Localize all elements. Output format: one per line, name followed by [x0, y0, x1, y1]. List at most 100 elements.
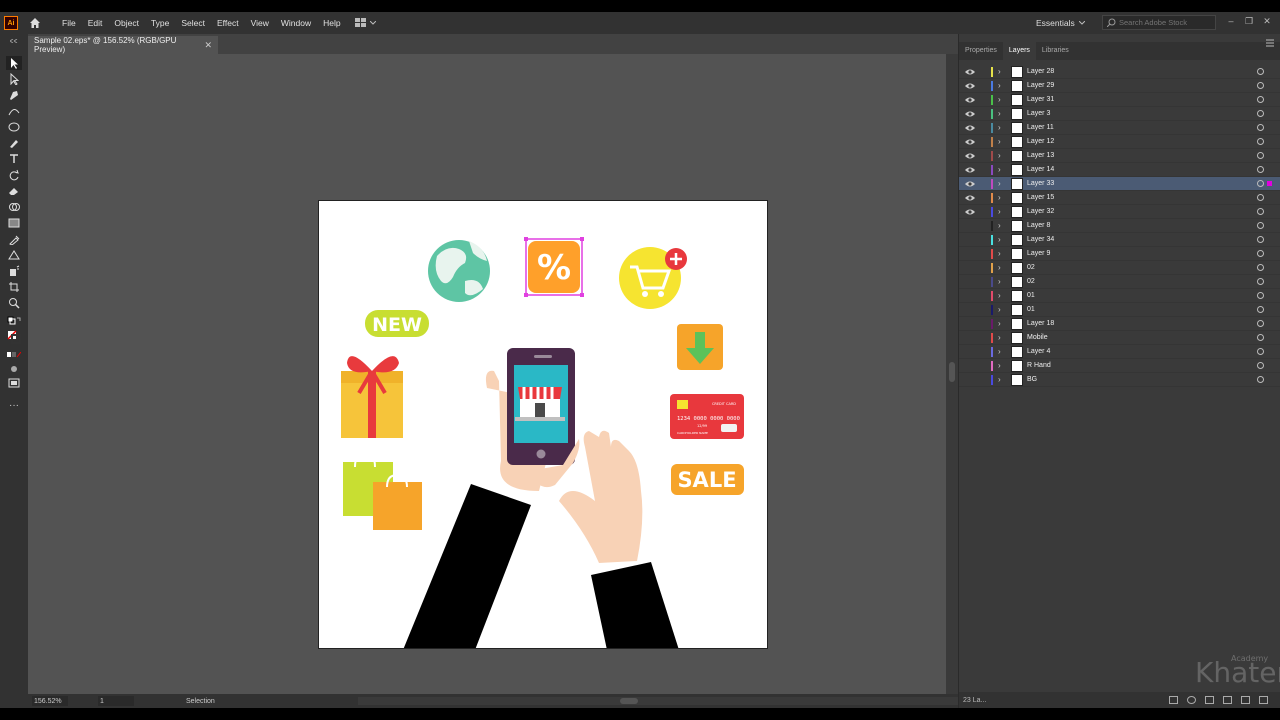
layer-name[interactable]: Layer 28	[1027, 67, 1054, 77]
layer-row[interactable]: › Layer 15	[959, 191, 1280, 205]
collapse-tools-icon[interactable]	[6, 38, 22, 44]
menu-effect[interactable]: Effect	[211, 12, 245, 34]
visibility-toggle[interactable]	[965, 362, 975, 370]
new-sublayer-icon[interactable]	[1223, 696, 1232, 704]
layer-name[interactable]: Layer 33	[1027, 179, 1054, 189]
chevron-right-icon[interactable]: ›	[998, 347, 1004, 357]
chevron-right-icon[interactable]: ›	[998, 375, 1004, 385]
layer-row[interactable]: › Layer 31	[959, 93, 1280, 107]
layer-name[interactable]: Layer 29	[1027, 81, 1054, 91]
horizontal-scroll-thumb[interactable]	[620, 698, 638, 704]
target-icon[interactable]	[1257, 292, 1264, 299]
blend-tool-icon[interactable]	[6, 248, 22, 262]
type-tool-icon[interactable]	[6, 152, 22, 166]
target-icon[interactable]	[1257, 138, 1264, 145]
symbol-sprayer-tool-icon[interactable]	[6, 264, 22, 278]
delete-layer-icon[interactable]	[1259, 696, 1268, 704]
draw-mode-icon[interactable]	[6, 362, 22, 376]
layer-name[interactable]: 01	[1027, 305, 1035, 315]
layer-name[interactable]: R Hand	[1027, 361, 1051, 371]
selection-tool-icon[interactable]	[6, 56, 22, 70]
layer-row[interactable]: › 01	[959, 289, 1280, 303]
chevron-right-icon[interactable]: ›	[998, 249, 1004, 259]
workspace-switcher[interactable]: Essentials	[1036, 16, 1085, 30]
layer-name[interactable]: 02	[1027, 277, 1035, 287]
chevron-right-icon[interactable]: ›	[998, 151, 1004, 161]
layer-name[interactable]: Layer 3	[1027, 109, 1050, 119]
artboard-navigator[interactable]: 1	[98, 696, 134, 706]
layer-name[interactable]: Layer 18	[1027, 319, 1054, 329]
layer-name[interactable]: Layer 13	[1027, 151, 1054, 161]
color-mode-icon[interactable]	[6, 348, 22, 362]
menu-edit[interactable]: Edit	[82, 12, 109, 34]
layer-row[interactable]: › Layer 12	[959, 135, 1280, 149]
layer-row[interactable]: › Layer 13	[959, 149, 1280, 163]
artboard-tool-icon[interactable]	[6, 280, 22, 294]
shape-builder-tool-icon[interactable]	[6, 200, 22, 214]
default-colors-icon[interactable]	[6, 314, 22, 328]
layer-row[interactable]: › Layer 34	[959, 233, 1280, 247]
target-icon[interactable]	[1257, 320, 1264, 327]
menu-object[interactable]: Object	[108, 12, 145, 34]
eye-icon[interactable]	[965, 166, 975, 174]
visibility-toggle[interactable]	[965, 236, 975, 244]
eye-icon[interactable]	[965, 110, 975, 118]
layer-row[interactable]: › Layer 32	[959, 205, 1280, 219]
menu-select[interactable]: Select	[175, 12, 211, 34]
eye-icon[interactable]	[965, 194, 975, 202]
layer-name[interactable]: Layer 14	[1027, 165, 1054, 175]
chevron-right-icon[interactable]: ›	[998, 263, 1004, 273]
chevron-right-icon[interactable]: ›	[998, 109, 1004, 119]
layer-name[interactable]: Layer 4	[1027, 347, 1050, 357]
chevron-right-icon[interactable]: ›	[998, 305, 1004, 315]
target-icon[interactable]	[1257, 348, 1264, 355]
layer-name[interactable]: Layer 31	[1027, 95, 1054, 105]
zoom-level-field[interactable]: 156.52%	[32, 696, 68, 706]
layer-row[interactable]: › 01	[959, 303, 1280, 317]
stock-search-input[interactable]	[1119, 18, 1209, 27]
target-icon[interactable]	[1257, 376, 1264, 383]
new-layer-icon[interactable]	[1241, 696, 1250, 704]
tab-properties[interactable]: Properties	[959, 42, 1003, 60]
visibility-toggle[interactable]	[965, 320, 975, 328]
stock-search[interactable]	[1102, 15, 1216, 30]
target-icon[interactable]	[1257, 362, 1264, 369]
menu-type[interactable]: Type	[145, 12, 175, 34]
visibility-toggle[interactable]	[965, 376, 975, 384]
menu-help[interactable]: Help	[317, 12, 346, 34]
chevron-right-icon[interactable]: ›	[998, 207, 1004, 217]
visibility-toggle[interactable]	[965, 278, 975, 286]
eye-icon[interactable]	[965, 124, 975, 132]
chevron-right-icon[interactable]: ›	[998, 193, 1004, 203]
chevron-right-icon[interactable]: ›	[998, 319, 1004, 329]
visibility-toggle[interactable]	[965, 292, 975, 300]
target-icon[interactable]	[1257, 68, 1264, 75]
visibility-toggle[interactable]	[965, 264, 975, 272]
layer-row[interactable]: › Layer 11	[959, 121, 1280, 135]
layer-name[interactable]: Layer 32	[1027, 207, 1054, 217]
target-icon[interactable]	[1257, 166, 1264, 173]
layer-row[interactable]: › R Hand	[959, 359, 1280, 373]
layer-name[interactable]: 02	[1027, 263, 1035, 273]
horizontal-scrollbar[interactable]	[358, 697, 958, 705]
layer-name[interactable]: Layer 9	[1027, 249, 1050, 259]
artboard[interactable]: % NEW CREDIT CARD 1234 0000 0000 0000 12…	[318, 200, 768, 649]
chevron-right-icon[interactable]: ›	[998, 277, 1004, 287]
layer-row[interactable]: › Layer 18	[959, 317, 1280, 331]
eye-icon[interactable]	[965, 208, 975, 216]
eye-icon[interactable]	[965, 180, 975, 188]
layer-name[interactable]: BG	[1027, 375, 1037, 385]
tab-layers[interactable]: Layers	[1002, 42, 1036, 60]
layer-row[interactable]: › 02	[959, 261, 1280, 275]
zoom-tool-icon[interactable]	[6, 296, 22, 310]
eye-icon[interactable]	[965, 82, 975, 90]
target-icon[interactable]	[1257, 180, 1264, 187]
curvature-tool-icon[interactable]	[6, 104, 22, 118]
target-icon[interactable]	[1257, 208, 1264, 215]
layer-name[interactable]: 01	[1027, 291, 1035, 301]
eraser-tool-icon[interactable]	[6, 184, 22, 198]
visibility-toggle[interactable]	[965, 334, 975, 342]
chevron-right-icon[interactable]: ›	[998, 95, 1004, 105]
eye-icon[interactable]	[965, 138, 975, 146]
vertical-scrollbar[interactable]	[946, 54, 958, 694]
